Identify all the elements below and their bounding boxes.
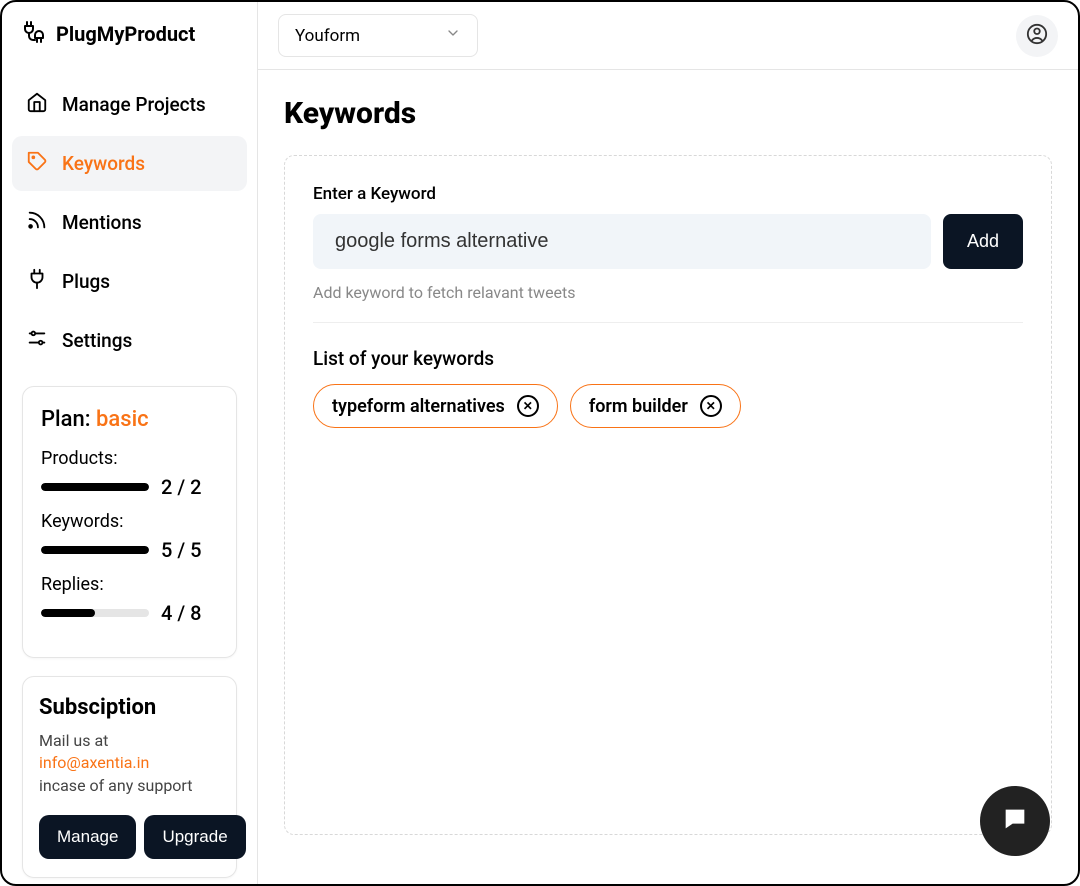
list-title: List of your keywords — [313, 347, 1023, 370]
plug-icon — [26, 268, 48, 295]
keyword-chip: form builder ✕ — [570, 384, 741, 428]
sidebar-item-mentions[interactable]: Mentions — [12, 195, 247, 250]
plan-card: Plan: basic Products: 2 / 2 Keywords: 5 … — [22, 386, 237, 658]
plug-cable-icon — [22, 20, 46, 48]
subscription-card: Subsciption Mail us at info@axentia.in i… — [22, 676, 237, 878]
nav-label: Manage Projects — [62, 93, 206, 116]
plan-stat-products: Products: 2 / 2 — [41, 448, 218, 499]
keyword-chip: typeform alternatives ✕ — [313, 384, 558, 428]
plan-stat-replies: Replies: 4 / 8 — [41, 574, 218, 625]
helper-text: Add keyword to fetch relavant tweets — [313, 283, 1023, 323]
project-select[interactable]: Youform — [278, 14, 478, 57]
chip-label: typeform alternatives — [332, 396, 505, 417]
support-email-link[interactable]: info@axentia.in — [39, 753, 149, 772]
sidebar: PlugMyProduct Manage Projects Keywords M… — [2, 2, 258, 884]
manage-button[interactable]: Manage — [39, 815, 136, 859]
main: Youform Keywords Enter a Keyword Add Add… — [258, 2, 1078, 884]
brand-name: PlugMyProduct — [56, 22, 195, 46]
nav: Manage Projects Keywords Mentions Plugs — [2, 67, 257, 368]
upgrade-button[interactable]: Upgrade — [144, 815, 245, 859]
chat-button[interactable] — [980, 786, 1050, 856]
progress-bar — [41, 546, 149, 554]
progress-bar — [41, 483, 149, 491]
plan-title: Plan: basic — [41, 407, 218, 432]
topbar: Youform — [258, 2, 1078, 70]
chat-icon — [1001, 805, 1029, 837]
rss-icon — [26, 209, 48, 236]
keywords-panel: Enter a Keyword Add Add keyword to fetch… — [284, 155, 1052, 835]
sidebar-item-keywords[interactable]: Keywords — [12, 136, 247, 191]
keyword-chips: typeform alternatives ✕ form builder ✕ — [313, 384, 1023, 428]
sidebar-item-plugs[interactable]: Plugs — [12, 254, 247, 309]
sidebar-item-settings[interactable]: Settings — [12, 313, 247, 368]
nav-label: Mentions — [62, 211, 142, 234]
subscription-title: Subsciption — [39, 695, 220, 720]
project-selected-value: Youform — [295, 26, 360, 46]
chevron-down-icon — [445, 25, 461, 46]
user-icon — [1026, 23, 1048, 49]
keyword-input[interactable] — [313, 214, 931, 269]
plan-stat-keywords: Keywords: 5 / 5 — [41, 511, 218, 562]
profile-button[interactable] — [1016, 15, 1058, 57]
sliders-icon — [26, 327, 48, 354]
progress-bar — [41, 609, 149, 617]
remove-keyword-icon[interactable]: ✕ — [700, 395, 722, 417]
remove-keyword-icon[interactable]: ✕ — [517, 395, 539, 417]
chip-label: form builder — [589, 396, 688, 417]
nav-label: Settings — [62, 329, 132, 352]
tag-icon — [26, 150, 48, 177]
field-label: Enter a Keyword — [313, 184, 1023, 204]
page-title: Keywords — [284, 96, 1052, 131]
nav-label: Plugs — [62, 270, 110, 293]
home-icon — [26, 91, 48, 118]
nav-label: Keywords — [62, 152, 145, 175]
brand: PlugMyProduct — [2, 2, 257, 67]
plan-name: basic — [96, 407, 149, 432]
sidebar-item-manage-projects[interactable]: Manage Projects — [12, 77, 247, 132]
add-button[interactable]: Add — [943, 214, 1023, 269]
